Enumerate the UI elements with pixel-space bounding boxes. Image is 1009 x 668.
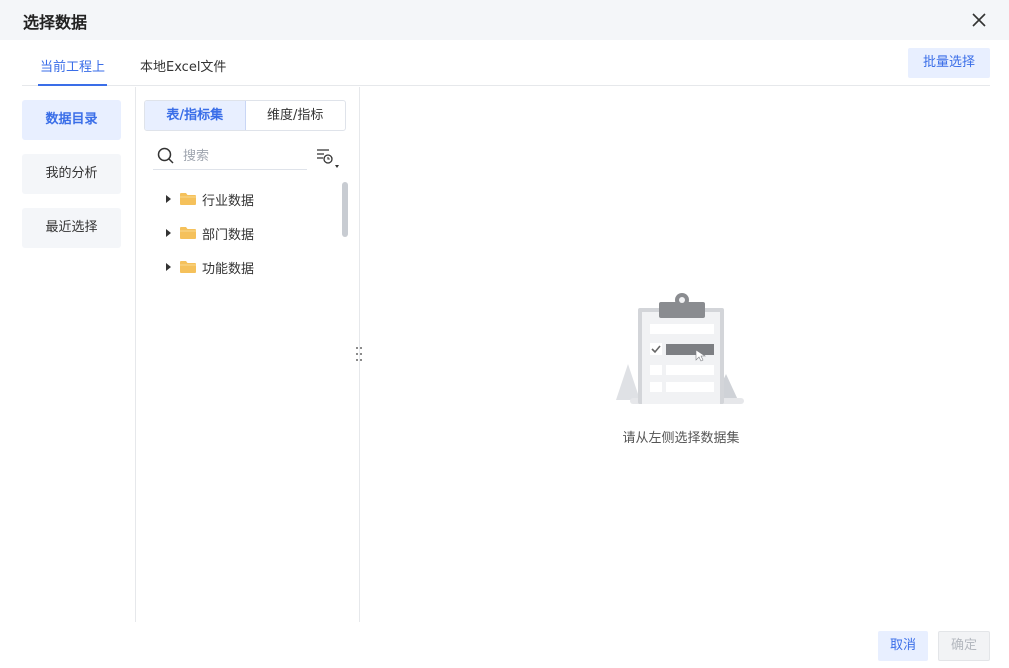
filter-settings-icon[interactable]	[315, 146, 341, 170]
nav-item-my-analysis[interactable]: 我的分析	[22, 154, 121, 194]
search-input[interactable]	[183, 145, 303, 167]
caret-right-icon[interactable]	[166, 195, 171, 203]
tab-local-excel[interactable]: 本地Excel文件	[140, 56, 226, 86]
folder-icon	[180, 261, 196, 273]
tree-item-label: 功能数据	[202, 261, 255, 277]
tab-current-project[interactable]: 当前工程上	[37, 56, 108, 86]
caret-right-icon[interactable]	[166, 229, 171, 237]
resize-handle-icon[interactable]	[354, 346, 364, 362]
dataset-type-segment: 表/指标集 维度/指标	[144, 100, 346, 131]
tree-item-industry-data[interactable]: 行业数据	[160, 182, 340, 216]
caret-right-icon[interactable]	[166, 263, 171, 271]
batch-select-button[interactable]: 批量选择	[908, 48, 990, 78]
segment-table-metric-set[interactable]: 表/指标集	[145, 101, 246, 130]
panel-divider	[135, 87, 136, 622]
data-tree: 行业数据 部门数据 功能数据	[160, 182, 340, 284]
tree-item-department-data[interactable]: 部门数据	[160, 216, 340, 250]
folder-icon	[180, 193, 196, 205]
source-tabs: 当前工程上 本地Excel文件 批量选择	[22, 48, 990, 86]
tree-item-label: 行业数据	[202, 193, 255, 209]
nav-item-recent-selection[interactable]: 最近选择	[22, 208, 121, 248]
close-icon	[972, 13, 986, 27]
tree-scrollbar[interactable]	[342, 182, 348, 237]
confirm-button[interactable]: 确定	[938, 631, 990, 661]
folder-icon	[180, 227, 196, 239]
segment-dimension-metric[interactable]: 维度/指标	[246, 101, 346, 130]
left-nav: 数据目录 我的分析 最近选择	[22, 100, 121, 262]
tree-item-function-data[interactable]: 功能数据	[160, 250, 340, 284]
dialog-title: 选择数据	[23, 13, 88, 32]
search-box	[153, 142, 307, 170]
empty-clipboard-illustration	[616, 293, 744, 404]
close-button[interactable]	[967, 8, 991, 32]
nav-item-data-catalog[interactable]: 数据目录	[22, 100, 121, 140]
cancel-button[interactable]: 取消	[878, 631, 928, 661]
empty-state-text: 请从左侧选择数据集	[622, 431, 740, 446]
search-icon	[157, 147, 174, 164]
tree-item-label: 部门数据	[202, 227, 255, 243]
dialog-titlebar: 选择数据	[0, 0, 1009, 40]
